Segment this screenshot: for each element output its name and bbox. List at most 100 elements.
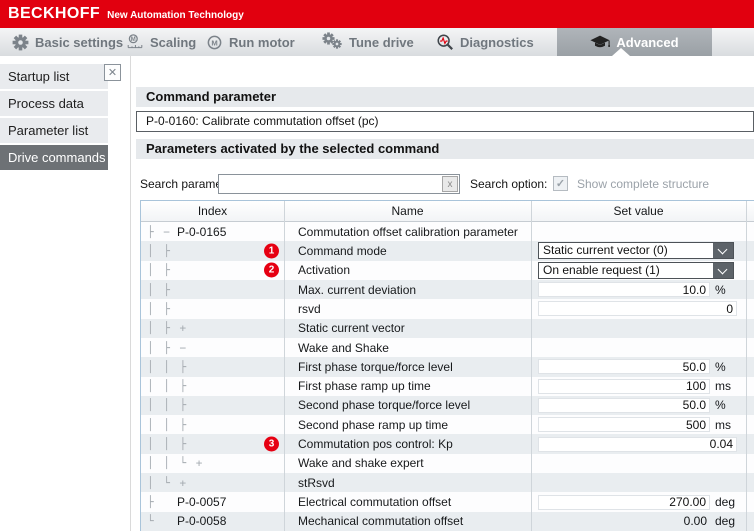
value-input[interactable]: 10.0 xyxy=(538,282,710,297)
tree-guide-icon: │ ├ xyxy=(147,244,171,257)
tab-tune-drive[interactable]: Tune drive xyxy=(322,28,414,56)
tab-label: Run motor xyxy=(229,35,295,50)
table-row[interactable]: │ │ ├3Commutation pos control: Kp0.04 xyxy=(141,434,754,453)
column-header-name[interactable]: Name xyxy=(284,201,531,222)
parameter-name: Commutation offset calibration parameter xyxy=(284,222,531,241)
value-input[interactable]: 50.0 xyxy=(538,359,710,374)
sidebar-item-process-data[interactable]: Process data xyxy=(0,91,108,116)
tree-expander-icon[interactable]: │ ├ − xyxy=(147,341,188,354)
value-dropdown[interactable]: On enable request (1) xyxy=(538,262,734,279)
tab-label: Basic settings xyxy=(35,35,123,50)
table-row[interactable]: │ │ ├Second phase ramp up time500ms xyxy=(141,415,754,434)
table-row[interactable]: │ ├rsvd0 xyxy=(141,299,754,318)
tab-basic-settings[interactable]: Basic settings xyxy=(12,28,123,56)
value-dropdown[interactable]: Static current vector (0) xyxy=(538,242,734,259)
tab-label: Diagnostics xyxy=(460,35,534,50)
set-value-cell: 100 ms xyxy=(531,377,746,396)
dropdown-selected-value: On enable request (1) xyxy=(539,263,713,278)
column-divider xyxy=(746,201,747,531)
search-input[interactable]: x xyxy=(218,174,460,194)
extra-cell xyxy=(746,396,754,415)
column-header-index[interactable]: Index xyxy=(141,201,284,222)
unit-label: % xyxy=(715,283,726,297)
extra-cell xyxy=(746,299,754,318)
motor-icon: M xyxy=(206,34,223,51)
table-row[interactable]: │ └ + stRsvd xyxy=(141,473,754,492)
tree-expander-icon[interactable]: │ ├ + xyxy=(147,322,188,335)
table-header: Index Name Set value xyxy=(141,201,754,222)
table-row[interactable]: ├P-0-0057Electrical commutation offset27… xyxy=(141,492,754,511)
table-row[interactable]: │ ├2ActivationOn enable request (1) xyxy=(141,261,754,280)
table-row[interactable]: │ ├1Command modeStatic current vector (0… xyxy=(141,241,754,260)
tree-guide-icon: │ │ ├ xyxy=(147,399,188,412)
value-input[interactable]: 270.00 xyxy=(538,495,710,510)
table-row[interactable]: │ ├Max. current deviation10.0% xyxy=(141,280,754,299)
unit-label: ms xyxy=(715,418,731,432)
extra-cell xyxy=(746,473,754,492)
table-row[interactable]: │ ├ −Wake and Shake xyxy=(141,338,754,357)
drive-manager-window: BECKHOFF New Automation Technology Basic… xyxy=(0,0,754,531)
gear-icon xyxy=(12,34,29,51)
beckhoff-logo: BECKHOFF xyxy=(8,5,100,23)
column-header-set-value[interactable]: Set value xyxy=(531,201,746,222)
value-input[interactable]: 500 xyxy=(538,417,710,432)
set-value-cell xyxy=(531,473,746,492)
clear-search-icon[interactable]: x xyxy=(442,176,458,192)
index-cell: ├ −P-0-0165 xyxy=(141,222,284,241)
table-row[interactable]: │ │ ├First phase torque/force level50.0% xyxy=(141,357,754,376)
show-complete-structure-label: Show complete structure xyxy=(577,174,709,194)
value-input[interactable]: 0 xyxy=(538,301,737,316)
tab-run-motor[interactable]: M Run motor xyxy=(206,28,295,56)
column-divider xyxy=(531,201,532,531)
extra-cell xyxy=(746,280,754,299)
tree-expander-icon[interactable]: ├ − xyxy=(147,225,171,238)
chevron-down-icon[interactable] xyxy=(713,243,733,258)
parameter-name: First phase torque/force level xyxy=(284,357,531,376)
parameter-name: stRsvd xyxy=(284,473,531,492)
table-row[interactable]: │ │ ├Second phase torque/force level50.0… xyxy=(141,396,754,415)
parameter-name: Electrical commutation offset xyxy=(284,492,531,511)
table-row[interactable]: │ ├ + Static current vector xyxy=(141,319,754,338)
chevron-down-icon[interactable] xyxy=(713,263,733,278)
table-row[interactable]: └P-0-0058Mechanical commutation offset0.… xyxy=(141,512,754,531)
extra-cell xyxy=(746,222,754,241)
unit-label: deg xyxy=(715,495,735,509)
activated-parameters-header: Parameters activated by the selected com… xyxy=(136,139,754,159)
value-input[interactable]: 100 xyxy=(538,379,710,394)
tree-guide-icon: │ │ ├ xyxy=(147,360,188,373)
parameter-name: First phase ramp up time xyxy=(284,377,531,396)
index-cell: │ └ + xyxy=(141,473,284,492)
close-icon[interactable]: ✕ xyxy=(104,64,121,81)
unit-label: ms xyxy=(715,379,731,393)
index-cell: └ P-0-0058 xyxy=(141,512,284,531)
parameter-name: Static current vector xyxy=(284,319,531,338)
index-cell: │ ├ − xyxy=(141,338,284,357)
sidebar-item-drive-commands[interactable]: Drive commands xyxy=(0,145,108,170)
index-label: P-0-0058 xyxy=(177,514,226,528)
value-input[interactable]: 50.0 xyxy=(538,398,710,413)
command-parameter-combobox[interactable]: P-0-0160: Calibrate commutation offset (… xyxy=(136,111,754,132)
sidebar-item-startup-list[interactable]: Startup list xyxy=(0,64,108,89)
index-cell: │ │ ├ xyxy=(141,396,284,415)
unit-label: % xyxy=(715,398,726,412)
table-row[interactable]: │ │ └ +Wake and shake expert xyxy=(141,454,754,473)
extra-cell xyxy=(746,492,754,511)
tab-bar: Basic settingsMScaling M Run motor Tune dri… xyxy=(0,28,754,56)
sidebar-item-parameter-list[interactable]: Parameter list xyxy=(0,118,108,143)
table-row[interactable]: ├ −P-0-0165Commutation offset calibratio… xyxy=(141,222,754,241)
tree-guide-icon: └ xyxy=(147,515,155,528)
tree-guide-icon: │ ├ xyxy=(147,302,171,315)
index-cell: │ │ ├ xyxy=(141,415,284,434)
index-cell: │ ├ xyxy=(141,299,284,318)
table-row[interactable]: │ │ ├First phase ramp up time100ms xyxy=(141,377,754,396)
value-input[interactable]: 0.04 xyxy=(538,437,737,452)
tree-expander-icon[interactable]: │ │ └ + xyxy=(147,457,204,470)
parameter-name: Activation xyxy=(284,261,531,280)
tab-diagnostics[interactable]: Diagnostics xyxy=(436,28,534,56)
extra-cell xyxy=(746,357,754,376)
tab-advanced[interactable]: Advanced xyxy=(557,28,712,56)
set-value-cell: Static current vector (0) xyxy=(531,241,746,260)
tree-expander-icon[interactable]: │ └ + xyxy=(147,476,188,489)
tab-scaling[interactable]: MScaling xyxy=(126,28,196,56)
index-cell: │ ├1 xyxy=(141,241,284,260)
